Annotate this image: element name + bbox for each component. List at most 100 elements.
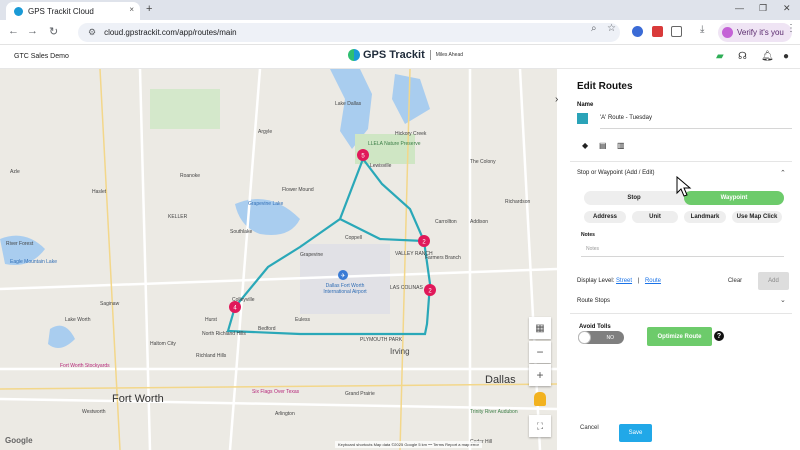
avoid-tolls-toggle[interactable]: NO [578,331,624,344]
edit-routes-panel: Edit Routes Name 'A' Route - Tuesday ◆ ▤… [570,69,800,450]
map-attribution[interactable]: Keyboard shortcuts Map data ©2025 Google… [335,441,482,448]
map-label: Lewisville [370,163,392,169]
cancel-button[interactable]: Cancel [580,425,599,431]
map-label: LLELA Nature Preserve [368,141,421,147]
stop-option[interactable]: Stop [584,191,684,205]
map-click-mode-button[interactable]: Use Map Click [732,211,782,223]
display-route-link[interactable]: Route [645,278,661,284]
maximize-button[interactable]: ❐ [759,3,767,14]
help-icon[interactable]: ? [714,331,724,341]
mouse-cursor-icon [676,176,692,197]
chevron-right-icon[interactable]: › [555,94,558,105]
divider [570,161,792,162]
add-button[interactable]: Add [758,272,789,290]
map-label: Flower Mound [282,187,314,193]
chevron-up-icon[interactable]: ⌃ [780,169,786,177]
bookmark-star-icon[interactable]: ☆ [607,23,616,34]
panel-title: Edit Routes [577,81,633,92]
display-street-link[interactable]: Street [616,278,632,284]
toggle-state-label: NO [606,334,615,341]
browser-menu-icon[interactable]: ⋮ [786,23,796,34]
map-label: Haltom City [150,341,176,347]
forward-arrow-icon[interactable]: → [27,25,38,37]
reload-icon[interactable]: ↻ [49,25,58,38]
back-arrow-icon[interactable]: ← [8,25,19,37]
chevron-down-icon[interactable]: ⌄ [780,296,786,304]
name-underline [600,128,792,129]
display-divider: | [637,278,640,284]
map-label: KELLER [168,214,188,220]
google-logo: Google [5,436,33,445]
lake-lewisville-east [392,74,430,124]
directions-icon[interactable]: ◆ [582,141,588,150]
map-label: Saginaw [100,301,120,307]
profile-verify-button[interactable]: Verify it's you [718,23,792,42]
app-header: GTC Sales Demo GPS Trackit Miles Ahead ▰… [0,45,800,69]
print-icon[interactable]: ▤ [599,141,607,150]
minimize-button[interactable]: — [735,3,744,13]
name-label: Name [577,102,594,108]
map-label: Lake Dallas [335,101,362,107]
user-account-icon[interactable]: ● [783,51,789,62]
map-label: Grapevine [300,252,324,258]
map-type-icon[interactable]: ▦ [529,317,551,339]
extensions-puzzle-icon[interactable] [671,26,682,37]
map-label: Richardson [505,199,531,205]
map-label: Hurst [205,317,217,323]
highway [0,397,557,411]
street-view-pegman-icon[interactable] [534,392,546,406]
map-label: Farmers Branch [425,255,461,261]
chat-icon[interactable]: ▰ [716,51,724,62]
bell-icon[interactable]: 🔔︎ [761,51,774,62]
brand-name: GPS Trackit [363,49,425,61]
zoom-in-button[interactable]: + [529,364,551,386]
site-info-icon[interactable]: ⚙ [88,27,96,38]
extension-icon[interactable] [632,26,643,37]
map-label: Arlington [275,411,295,417]
company-name[interactable]: GTC Sales Demo [14,53,69,60]
route-color-swatch[interactable] [577,113,588,124]
headset-icon[interactable]: ☊ [738,51,747,62]
notes-textarea[interactable]: Notes [586,246,599,252]
map-label: Lake Worth [65,317,91,323]
browser-tab[interactable]: GPS Trackit Cloud × [6,2,140,20]
stop-waypoint-section-title[interactable]: Stop or Waypoint (Add / Edit) [577,170,654,176]
avoid-tolls-label: Avoid Tolls [579,324,611,330]
logo-divider [429,50,431,60]
interstate [399,69,411,450]
lake-worth [48,325,75,348]
map-label: Coppell [345,235,362,241]
landmark-mode-button[interactable]: Landmark [684,211,726,223]
divider [570,313,792,314]
map-label: Richland Hills [196,353,227,359]
notes-underline [581,256,784,257]
address-mode-button[interactable]: Address [584,211,626,223]
document-icon[interactable]: ▥ [617,141,625,150]
map-label: Roanoke [180,173,201,179]
save-button[interactable]: Save [619,424,652,442]
url-input[interactable]: ⚙ cloud.gpstrackit.com/app/routes/main [78,23,620,42]
zoom-icon[interactable]: ⌕ [591,23,597,34]
map-label: Carrollton [435,219,457,225]
tab-close-icon[interactable]: × [129,5,134,14]
close-window-button[interactable]: ✕ [783,3,791,14]
unit-mode-button[interactable]: Unit [632,211,678,223]
map-label: Addison [470,219,489,225]
verify-label: Verify it's you [737,28,784,37]
map-label: Trinity River Audubon [470,409,518,415]
optimize-route-button[interactable]: Optimize Route [647,327,712,346]
route-map[interactable]: Lake Dallas Hickory Creek Lewisville The… [0,69,557,450]
waypoint-option[interactable]: Waypoint [684,191,784,205]
toggle-knob [578,331,591,344]
new-tab-button[interactable]: + [146,3,152,15]
extension-icon[interactable] [652,26,663,37]
route-stops-section-title[interactable]: Route Stops [577,298,610,304]
gps-trackit-logo: GPS Trackit Miles Ahead [348,49,463,61]
zoom-out-button[interactable]: − [529,341,551,363]
profile-avatar [722,27,733,38]
fullscreen-icon[interactable]: ⛶ [529,415,551,437]
download-icon[interactable]: ⤓ [700,24,704,35]
clear-button[interactable]: Clear [720,274,750,288]
map-label: Eagle Mountain Lake [10,259,57,265]
route-name-input[interactable]: 'A' Route - Tuesday [600,115,652,121]
